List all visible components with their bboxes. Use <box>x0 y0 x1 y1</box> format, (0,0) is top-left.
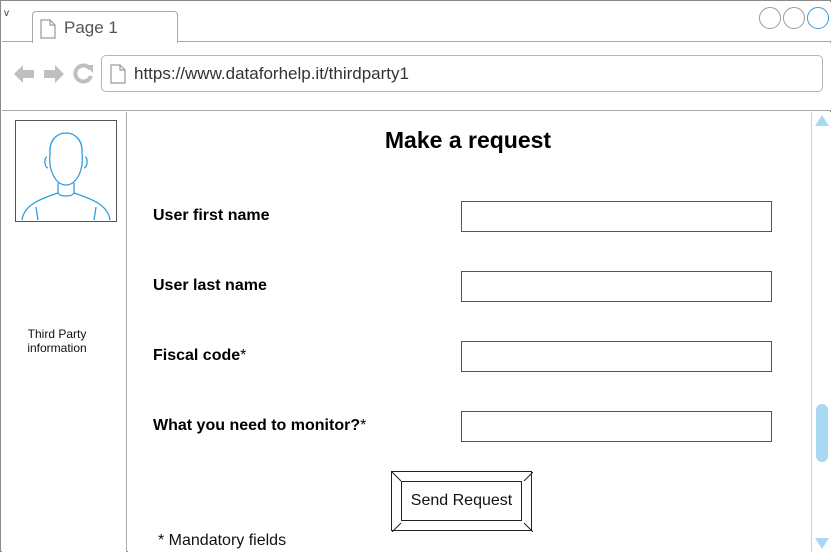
third-party-label-line1: Third Party <box>27 327 87 341</box>
tab-bar: v Page 1 <box>2 2 831 44</box>
fiscal-code-input[interactable] <box>461 341 772 372</box>
sidebar: Third Party information <box>2 112 127 552</box>
required-mark: * <box>360 417 367 434</box>
page-icon <box>110 64 126 84</box>
last-name-label: User last name <box>153 277 267 295</box>
address-bar[interactable]: https://www.dataforhelp.it/thirdparty1 <box>101 55 823 92</box>
mandatory-fields-note: * Mandatory fields <box>158 532 287 549</box>
fiscal-code-label-text: Fiscal code <box>153 347 241 364</box>
last-name-label-text: User last name <box>153 277 267 294</box>
back-arrow-icon[interactable] <box>12 63 36 85</box>
request-form: Make a request User first name User last… <box>128 112 811 552</box>
vertical-scrollbar[interactable] <box>811 112 831 552</box>
third-party-info-label: Third Party information <box>12 327 102 355</box>
first-name-input[interactable] <box>461 201 772 232</box>
monitor-label-text: What you need to monitor? <box>153 417 361 434</box>
window-controls <box>759 7 829 29</box>
required-mark: * <box>240 347 247 364</box>
minimize-button[interactable] <box>759 7 781 29</box>
page-title: Make a request <box>384 127 552 153</box>
page-icon <box>40 19 56 39</box>
window-menu-mark[interactable]: v <box>4 9 9 19</box>
fiscal-code-label: Fiscal code* <box>153 347 246 365</box>
url-text: https://www.dataforhelp.it/thirdparty1 <box>134 64 409 83</box>
first-name-label-text: User first name <box>153 207 270 224</box>
scroll-down-arrow-icon[interactable] <box>815 538 829 549</box>
maximize-button[interactable] <box>783 7 805 29</box>
send-request-label: Send Request <box>401 481 522 521</box>
monitor-label: What you need to monitor?* <box>153 417 366 435</box>
last-name-input[interactable] <box>461 271 772 302</box>
user-avatar <box>15 120 117 222</box>
reload-icon[interactable] <box>72 63 94 85</box>
scroll-up-arrow-icon[interactable] <box>815 115 829 126</box>
scroll-thumb[interactable] <box>816 404 828 462</box>
send-request-button[interactable]: Send Request <box>391 471 533 532</box>
tab-page-1[interactable]: Page 1 <box>32 11 178 44</box>
first-name-label: User first name <box>153 207 270 225</box>
navigation-bar: https://www.dataforhelp.it/thirdparty1 <box>2 43 831 111</box>
browser-window: v Page 1 https://www.dataforhelp.it/thir… <box>0 0 831 552</box>
monitor-input[interactable] <box>461 411 772 442</box>
third-party-label-line2: information <box>27 341 87 355</box>
close-button[interactable] <box>807 7 829 29</box>
forward-arrow-icon[interactable] <box>42 63 66 85</box>
user-avatar-icon <box>21 132 111 221</box>
tab-label: Page 1 <box>64 18 118 37</box>
